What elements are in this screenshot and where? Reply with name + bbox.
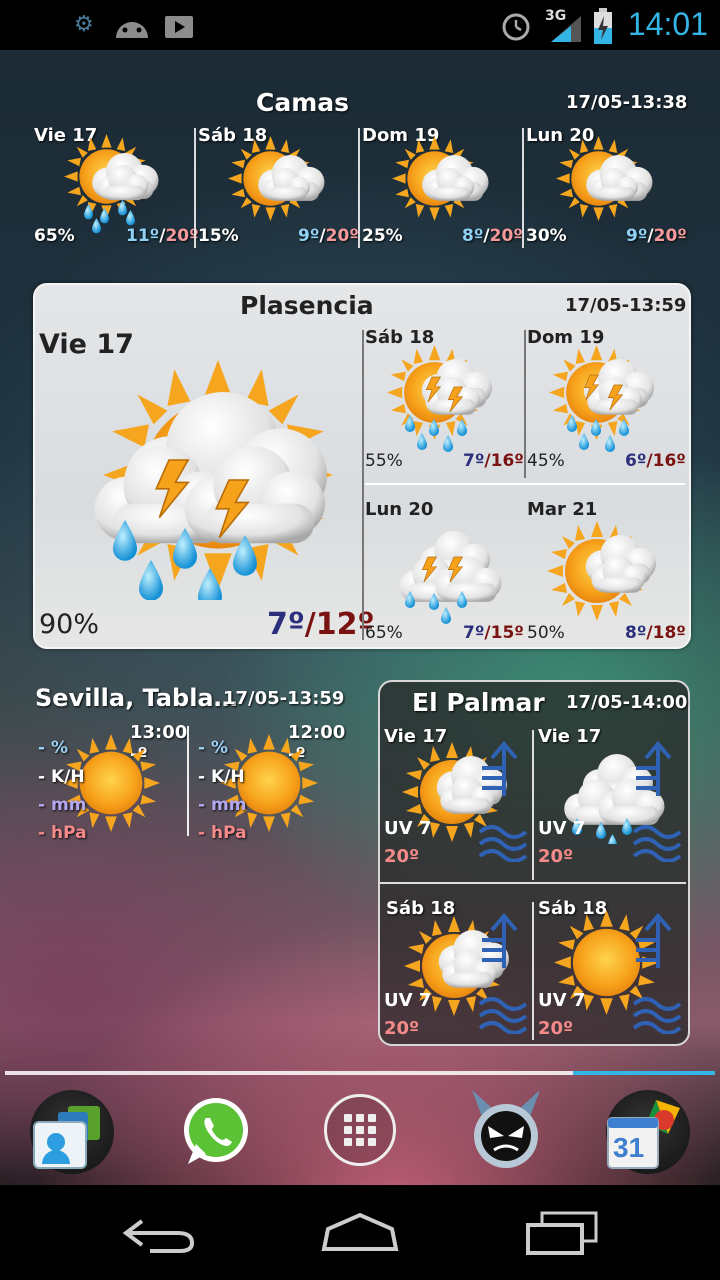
uv-index: UV 7 [384, 990, 432, 1011]
uv-index: UV 7 [384, 818, 432, 839]
column-divider [194, 128, 196, 248]
play-store-icon [165, 16, 193, 38]
calendar-day-number: 31 [613, 1132, 645, 1163]
humidity-label: - % [38, 738, 69, 758]
rain-percentage: 15% [198, 226, 239, 246]
storm-rain-icon [399, 531, 502, 624]
temperature: 9º/20º [626, 226, 687, 246]
temperature: 20º [538, 1018, 574, 1039]
angry-face-app-icon[interactable] [464, 1086, 548, 1174]
waves-icon [478, 825, 528, 862]
waves-icon [632, 825, 682, 862]
waves-icon [632, 997, 682, 1034]
app-drawer-icon[interactable] [324, 1094, 396, 1166]
uv-index: UV 7 [538, 990, 586, 1011]
status-time: 14:01 [627, 6, 708, 42]
sun-cloud-icon [556, 136, 653, 221]
column-divider [187, 726, 189, 836]
today-temperature: 7º/12º [267, 607, 375, 642]
alarm-clock-icon [502, 13, 530, 41]
rain-percentage: 25% [362, 226, 403, 246]
temperature: 7º/15º [463, 623, 524, 643]
temperature: 8º/20º [462, 226, 523, 246]
wind-arrow-icon [482, 740, 518, 796]
temperature: 11º/20º [126, 226, 199, 246]
column-divider [358, 128, 360, 248]
rain-percentage: 45% [527, 451, 565, 471]
waves-icon [478, 997, 528, 1034]
calendar-icon[interactable]: 31 [606, 1090, 690, 1174]
column-divider [524, 330, 526, 478]
wind-arrow-icon [482, 912, 518, 968]
rain-percentage: 50% [527, 623, 565, 643]
pressure-label: - hPa [38, 823, 87, 843]
update-time: 17/05-13:38 [566, 92, 688, 113]
sun-storm-rain-icon [549, 345, 654, 452]
navigation-bar [0, 1185, 720, 1280]
pressure-label: - hPa [198, 823, 247, 843]
wind-arrow-icon [636, 740, 672, 796]
sun-cloud-icon [547, 521, 656, 621]
usb-debug-icon: ⚙ [74, 12, 94, 37]
update-time: 17/05-14:00 [566, 692, 688, 713]
plasencia-widget[interactable]: Plasencia 17/05-13:59 Vie 17 90% 7º/12º … [33, 283, 691, 649]
widget-title: El Palmar [412, 688, 545, 717]
column-divider [362, 330, 364, 640]
signal-icon [551, 16, 581, 42]
rain-percentage: 55% [365, 451, 403, 471]
dock: 31 [0, 1080, 720, 1185]
battery-charging-icon [594, 8, 612, 44]
temperature: 7º/16º [463, 451, 524, 471]
today-rain-percentage: 90% [39, 609, 100, 640]
storm-rain-icon [94, 360, 333, 600]
widget-title: Camas [256, 88, 350, 117]
status-bar: ⚙ 3G 14:01 [0, 0, 720, 50]
back-button[interactable] [120, 1215, 200, 1255]
sun-cloud-rain-icon [64, 134, 159, 234]
home-button[interactable] [320, 1211, 400, 1253]
sevilla-widget[interactable]: Sevilla, Tabla… 17/05-13:59 13:00 -º - %… [0, 680, 360, 860]
column-divider [532, 902, 534, 1040]
rain-percentage: 65% [34, 226, 75, 246]
camas-widget[interactable]: Camas 17/05-13:38 Vie 17 65% 11º/20º Sáb… [0, 80, 720, 255]
wind-label: - K/H [198, 767, 245, 787]
rain-percentage: 30% [526, 226, 567, 246]
contacts-icon[interactable] [30, 1090, 114, 1174]
precipitation-label: - mm [198, 795, 247, 815]
widget-title: Sevilla, Tabla… [35, 684, 238, 712]
widget-title: Plasencia [240, 291, 374, 320]
row-divider [380, 882, 686, 884]
update-time: 17/05-13:59 [223, 688, 345, 709]
row-divider [365, 483, 685, 485]
sun-cloud-icon [228, 136, 325, 221]
temperature: 9º/20º [298, 226, 359, 246]
android-icon [116, 22, 148, 38]
uv-index: UV 7 [538, 818, 586, 839]
update-time: 17/05-13:59 [565, 295, 687, 316]
rain-percentage: 65% [365, 623, 403, 643]
sun-cloud-icon [392, 136, 489, 221]
temperature: 6º/16º [625, 451, 686, 471]
humidity-label: - % [198, 738, 229, 758]
recents-button[interactable] [522, 1209, 602, 1257]
wind-arrow-icon [636, 912, 672, 968]
column-divider [522, 128, 524, 248]
sun-storm-rain-icon [387, 345, 492, 452]
whatsapp-icon[interactable] [178, 1094, 254, 1170]
page-indicator-current [573, 1071, 715, 1075]
el-palmar-widget[interactable]: El Palmar 17/05-14:00 Vie 17 UV 7 20º Vi… [378, 680, 690, 1046]
column-divider [532, 730, 534, 880]
wind-label: - K/H [38, 767, 85, 787]
temperature: 20º [384, 1018, 420, 1039]
temperature: 8º/18º [625, 623, 686, 643]
temperature: 20º [384, 846, 420, 867]
temperature: 20º [538, 846, 574, 867]
precipitation-label: - mm [38, 795, 87, 815]
